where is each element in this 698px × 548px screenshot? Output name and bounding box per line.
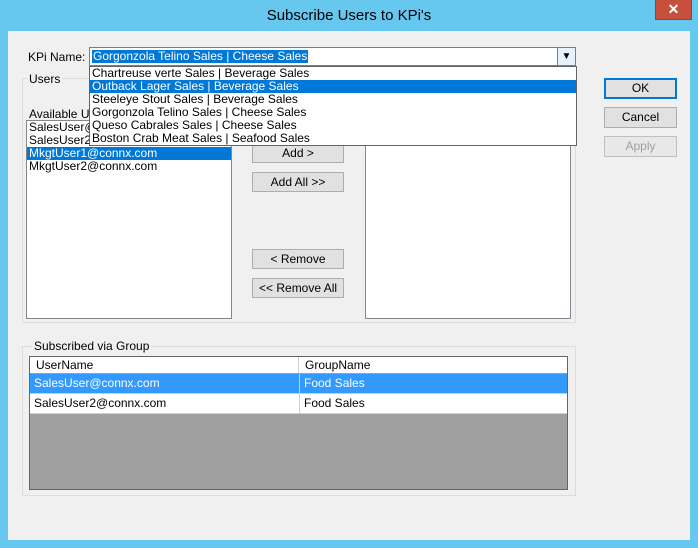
window-title: Subscribe Users to KPi's (266, 7, 432, 24)
cell-groupname: Food Sales (299, 374, 567, 393)
group-subscriptions-grid[interactable]: UserName GroupName SalesUser@connx.com Fo… (29, 356, 568, 490)
available-users-list[interactable]: SalesUser@ SalesUser2@ MkgtUser1@connx.com… (26, 120, 232, 319)
cancel-button[interactable]: Cancel (604, 107, 677, 128)
close-icon: ✕ (667, 1, 680, 17)
dialog-body: KPi Name: Gorgonzola Telino Sales | Chee… (8, 31, 690, 540)
kpi-option[interactable]: Boston Crab Meat Sales | Seafood Sales (90, 132, 576, 145)
cell-groupname: Food Sales (299, 394, 567, 413)
subscribed-users-list[interactable] (365, 120, 571, 319)
subscribed-via-group-title: Subscribed via Group (32, 339, 152, 353)
cell-username: SalesUser2@connx.com (34, 396, 167, 410)
ok-button[interactable]: OK (604, 78, 677, 99)
add-button[interactable]: Add > (252, 143, 344, 163)
chevron-down-icon: ▼ (561, 51, 572, 62)
add-all-button[interactable]: Add All >> (252, 172, 344, 192)
grid-header: UserName GroupName (30, 357, 567, 374)
remove-button[interactable]: < Remove (252, 249, 344, 269)
cell-username: SalesUser@connx.com (34, 376, 160, 390)
apply-button[interactable]: Apply (604, 136, 677, 157)
kpi-name-dropdown-list[interactable]: Chartreuse verte Sales | Beverage Sales O… (89, 66, 577, 146)
table-row[interactable]: SalesUser2@connx.com Food Sales (30, 394, 567, 414)
column-header-username[interactable]: UserName (30, 357, 299, 373)
table-row[interactable]: SalesUser@connx.com Food Sales (30, 374, 567, 394)
kpi-name-label: KPi Name: (28, 50, 86, 64)
column-header-groupname[interactable]: GroupName (299, 357, 567, 373)
dialog-window: Subscribe Users to KPi's ✕ KPi Name: Gor… (0, 0, 698, 548)
available-user-item[interactable]: MkgtUser2@connx.com (27, 160, 231, 173)
title-bar[interactable]: Subscribe Users to KPi's ✕ (0, 0, 698, 31)
dropdown-button[interactable]: ▼ (557, 48, 575, 65)
kpi-name-combobox[interactable]: Gorgonzola Telino Sales | Cheese Sales ▼ (89, 47, 576, 66)
available-users-label: Available Us (29, 107, 96, 121)
kpi-name-selected: Gorgonzola Telino Sales | Cheese Sales (92, 49, 309, 63)
users-group-title: Users (27, 72, 63, 86)
close-button[interactable]: ✕ (655, 0, 692, 20)
remove-all-button[interactable]: << Remove All (252, 278, 344, 298)
